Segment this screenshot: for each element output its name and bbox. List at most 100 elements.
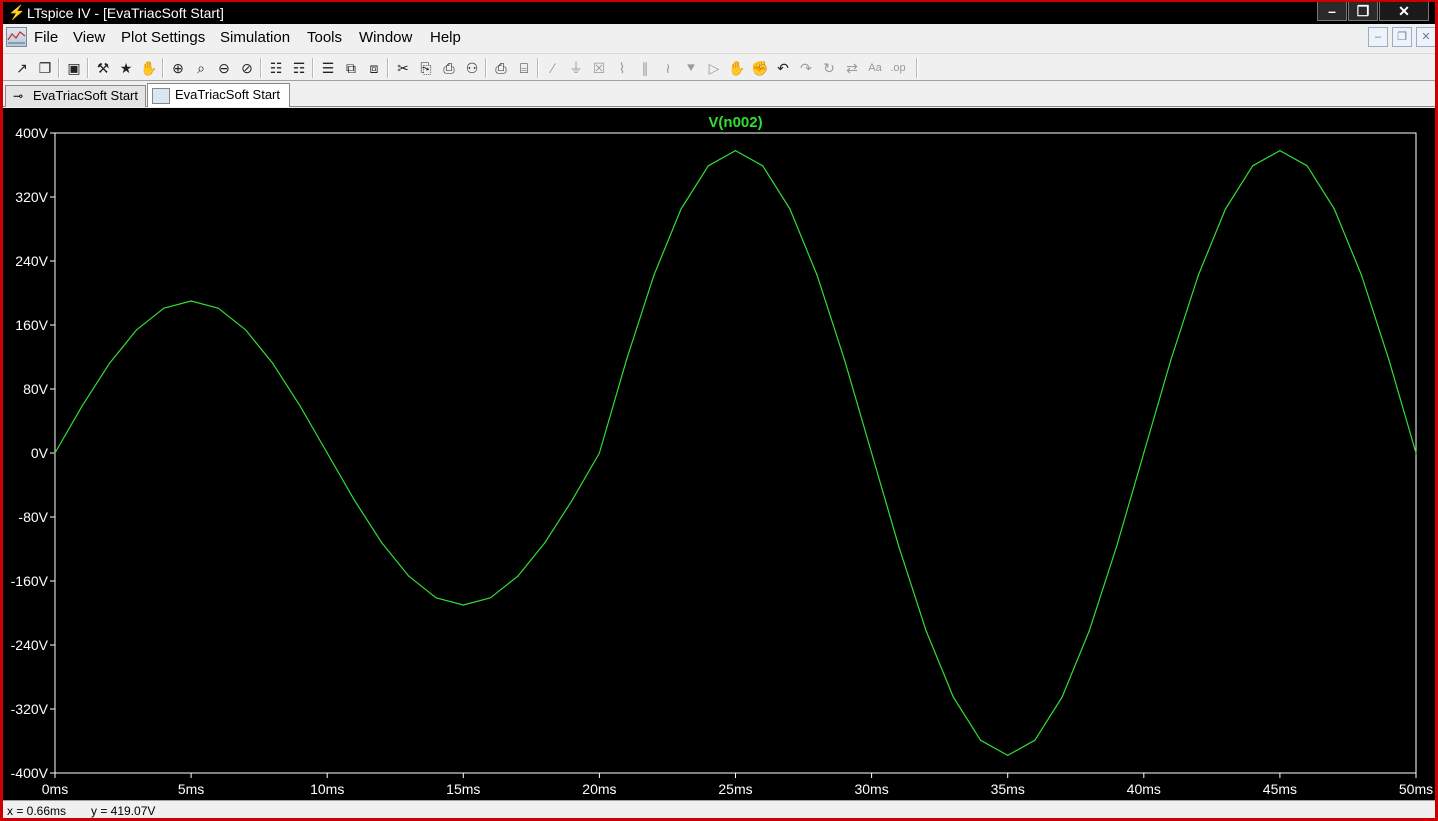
undo-icon[interactable]: ↶ — [772, 57, 794, 79]
tab-waveform[interactable]: EvaTriacSoft Start — [147, 83, 290, 107]
data-point — [108, 362, 111, 364]
menu-help[interactable]: Help — [430, 29, 461, 47]
delete-traces-icon[interactable]: ☶ — [288, 57, 310, 79]
label-net-icon[interactable]: ☒ — [588, 57, 610, 79]
tile-vertical-icon[interactable]: ⧈ — [363, 57, 385, 79]
zoom-area-icon[interactable]: ⊕ — [167, 57, 189, 79]
spice-directive-icon[interactable]: .op — [887, 57, 909, 79]
y-tick-label: 160V — [15, 317, 48, 333]
menu-file[interactable]: File — [34, 29, 58, 47]
x-tick-label: 15ms — [446, 781, 480, 797]
data-point — [1115, 546, 1118, 548]
open-icon[interactable]: ❐ — [34, 57, 56, 79]
restore-button[interactable]: ❐ — [1348, 2, 1378, 21]
halt-icon[interactable]: ✋ — [138, 57, 160, 79]
data-point — [1388, 358, 1390, 360]
data-point — [1360, 274, 1363, 276]
waveform-plot[interactable]: 400V 320V 240V 160V 80V 0V -80V -160V -240V -320V… — [3, 108, 1435, 800]
cascade-icon[interactable]: ⧉ — [340, 57, 362, 79]
new-schematic-icon[interactable]: ↗ — [11, 57, 33, 79]
menu-view[interactable]: View — [73, 29, 105, 47]
window-title: LTspice IV - [EvaTriacSoft Start] — [27, 5, 224, 21]
title-bar: ⚡ LTspice IV - [EvaTriacSoft Start] – ❐ … — [3, 2, 1435, 24]
data-point — [136, 329, 138, 331]
find-icon[interactable]: ⚇ — [461, 57, 483, 79]
data-point — [680, 208, 682, 210]
document-menu-icon[interactable] — [6, 27, 27, 47]
paste-icon[interactable]: ⎙ — [438, 57, 460, 79]
tab-schematic[interactable]: ⊸ EvaTriacSoft Start — [5, 85, 146, 107]
tab-bar: ⊸ EvaTriacSoft Start EvaTriacSoft Start — [3, 82, 1435, 107]
mdi-minimize-button[interactable]: – — [1368, 27, 1388, 47]
text-icon[interactable]: Aa — [864, 57, 886, 79]
data-point — [598, 452, 601, 454]
data-point — [707, 165, 709, 167]
y-tick-label: 80V — [23, 381, 49, 397]
copy-icon[interactable]: ⎘ — [415, 57, 437, 79]
ltspice-window: ⚡ LTspice IV - [EvaTriacSoft Start] – ❐ … — [3, 2, 1435, 818]
y-tick-label: -400V — [11, 765, 49, 781]
y-tick-label: -160V — [11, 573, 49, 589]
redo-icon[interactable]: ↷ — [795, 57, 817, 79]
draw-wire-icon[interactable]: ∕ — [542, 57, 564, 79]
data-point — [653, 274, 655, 276]
tab-waveform-label: EvaTriacSoft Start — [175, 87, 280, 102]
menu-simulation[interactable]: Simulation — [220, 29, 290, 47]
zoom-fit-icon[interactable]: ⊘ — [236, 57, 258, 79]
move-icon[interactable]: ✋ — [726, 57, 748, 79]
toolbar-separator — [260, 58, 262, 78]
toolbar-separator — [87, 58, 89, 78]
data-point — [353, 499, 356, 501]
run-icon[interactable]: ★ — [115, 57, 137, 79]
component-icon[interactable]: ▷ — [703, 57, 725, 79]
waveform-icon — [152, 88, 170, 104]
data-point — [762, 165, 764, 167]
menu-window[interactable]: Window — [359, 29, 412, 47]
resistor-icon[interactable]: ⌇ — [611, 57, 633, 79]
x-tick-label: 50ms — [1399, 781, 1433, 797]
toolbar-separator — [485, 58, 487, 78]
tile-horizontal-icon[interactable]: ☰ — [317, 57, 339, 79]
control-panel-icon[interactable]: ⚒ — [92, 57, 114, 79]
menu-plot-settings[interactable]: Plot Settings — [121, 29, 205, 47]
data-point — [1306, 165, 1308, 167]
data-point — [843, 358, 845, 360]
x-tick-label: 20ms — [582, 781, 616, 797]
inductor-icon[interactable]: ≀ — [657, 57, 679, 79]
waveform-plot-pane[interactable]: 400V 320V 240V 160V 80V 0V -80V -160V -240V -320V… — [3, 108, 1435, 800]
menu-tools[interactable]: Tools — [307, 29, 342, 47]
zoom-out-icon[interactable]: ⊖ — [213, 57, 235, 79]
x-tick-label: 30ms — [854, 781, 888, 797]
data-point — [789, 208, 791, 210]
data-point — [1333, 208, 1335, 210]
cut-icon[interactable]: ✂ — [392, 57, 414, 79]
minimize-button[interactable]: – — [1317, 2, 1347, 21]
mdi-restore-button[interactable]: ❐ — [1392, 27, 1412, 47]
save-icon[interactable]: ▣ — [63, 57, 85, 79]
capacitor-icon[interactable]: ∥ — [634, 57, 656, 79]
rotate-icon[interactable]: ↻ — [818, 57, 840, 79]
mdi-close-button[interactable]: ✕ — [1416, 27, 1435, 47]
x-tick-label: 5ms — [178, 781, 204, 797]
drag-icon[interactable]: ✊ — [749, 57, 771, 79]
ground-icon[interactable]: ⏚ — [565, 57, 587, 79]
data-point — [489, 597, 492, 599]
data-point — [1143, 452, 1145, 454]
trace-title: V(n002) — [708, 114, 762, 131]
data-point — [1061, 696, 1063, 698]
cursor-y-readout: y = 419.07V — [91, 804, 156, 818]
print-setup-icon[interactable]: ⎙ — [490, 57, 512, 79]
y-tick-label: 240V — [15, 253, 48, 269]
zoom-in-icon[interactable]: ⌕ — [190, 57, 212, 79]
toolbar-separator — [312, 58, 314, 78]
y-tick-label: 320V — [15, 189, 48, 205]
diode-icon[interactable]: ⯆ — [680, 57, 702, 79]
autorange-icon[interactable]: ☷ — [265, 57, 287, 79]
mirror-icon[interactable]: ⇄ — [841, 57, 863, 79]
print-icon[interactable]: ⌸ — [513, 57, 535, 79]
close-button[interactable]: ✕ — [1379, 2, 1429, 21]
data-point — [925, 630, 927, 632]
data-point — [244, 329, 247, 331]
data-point — [1252, 165, 1254, 167]
x-tick-label: 40ms — [1127, 781, 1161, 797]
